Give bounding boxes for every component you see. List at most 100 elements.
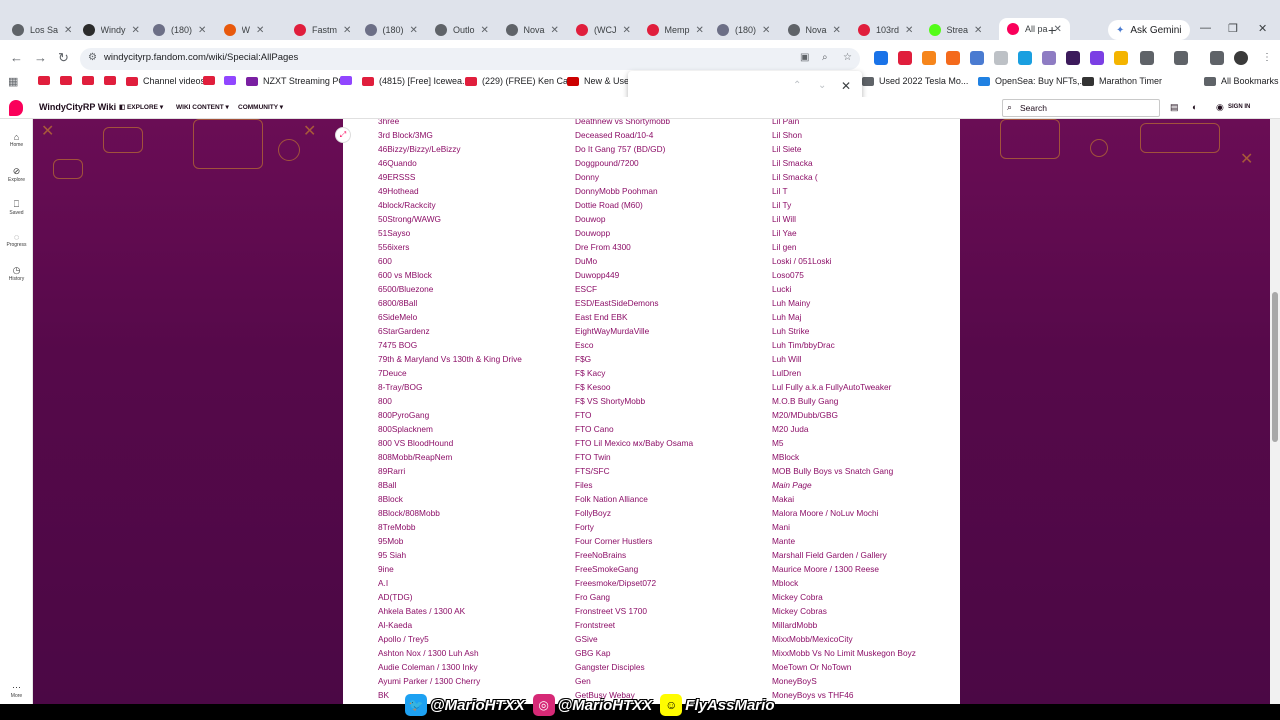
page-link[interactable]: Luh Will (772, 352, 916, 366)
page-link[interactable]: Lil Smacka (772, 156, 916, 170)
forward-icon[interactable]: → (34, 50, 47, 65)
bookmark-item[interactable] (38, 76, 55, 85)
tab-close-icon[interactable]: ✕ (905, 25, 913, 36)
tab-close-icon[interactable]: ✕ (623, 25, 631, 36)
page-link[interactable]: Marshall Field Garden / Gallery (772, 548, 916, 562)
browser-tab[interactable]: Windy ✕ (82, 20, 140, 40)
extension-icon[interactable] (1042, 51, 1056, 65)
apps-grid-icon[interactable]: ▦ (8, 75, 18, 88)
maximize-icon[interactable]: ❐ (1228, 22, 1238, 35)
tab-close-icon[interactable]: ✕ (410, 25, 418, 36)
page-link[interactable]: Lil Ty (772, 198, 916, 212)
page-link[interactable]: FTO Lil Mexico мх/Baby Osama (575, 436, 693, 450)
browser-tab[interactable]: Memp ✕ (646, 20, 704, 40)
page-link[interactable]: Lil Will (772, 212, 916, 226)
tab-close-icon[interactable]: ✕ (256, 25, 264, 36)
browser-tab[interactable]: (180) ✕ (153, 20, 206, 40)
page-link[interactable]: 49ERSSS (378, 170, 522, 184)
page-link[interactable]: MixxMobb/MexicoCity (772, 632, 916, 646)
tab-close-icon[interactable]: ✕ (974, 25, 982, 36)
extension-icon[interactable] (1066, 51, 1080, 65)
page-link[interactable]: Mante (772, 534, 916, 548)
page-link[interactable]: Main Page (772, 478, 916, 492)
page-link[interactable]: MOB Bully Boys vs Snatch Gang (772, 464, 916, 478)
ask-gemini-button[interactable]: ✦ Ask Gemini (1108, 20, 1190, 40)
page-link[interactable]: Mickey Cobra (772, 590, 916, 604)
page-link[interactable]: MBlock (772, 450, 916, 464)
tab-close-icon[interactable]: ✕ (833, 25, 841, 36)
page-link[interactable]: 6SideMelo (378, 310, 522, 324)
page-link[interactable]: Mblock (772, 576, 916, 590)
browser-tab[interactable]: Fastm ✕ (294, 20, 351, 40)
bookmark-star-icon[interactable]: ☆ (843, 52, 852, 63)
page-link[interactable]: 79th & Maryland Vs 130th & King Drive (378, 352, 522, 366)
back-icon[interactable]: ← (10, 50, 23, 65)
page-link[interactable]: Do It Gang 757 (BD/GD) (575, 142, 693, 156)
page-link[interactable]: 46Quando (378, 156, 522, 170)
sign-in-link[interactable]: SIGN IN (1228, 104, 1250, 110)
user-icon[interactable]: ◉ (1216, 102, 1224, 113)
page-link[interactable]: Audie Coleman / 1300 Inky (378, 660, 522, 674)
reload-icon[interactable]: ↻ (58, 50, 69, 66)
page-link[interactable]: MillardMobb (772, 618, 916, 632)
browser-tab[interactable]: 103rd ✕ (858, 20, 913, 40)
metamask-icon[interactable] (922, 51, 936, 65)
page-link[interactable]: Fronstreet VS 1700 (575, 604, 693, 618)
page-link[interactable]: M20 Juda (772, 422, 916, 436)
extensions-puzzle-icon[interactable] (1140, 51, 1154, 65)
page-link[interactable]: 95 Siah (378, 548, 522, 562)
tab-close-icon[interactable]: ✕ (198, 25, 206, 36)
extension-icon[interactable] (970, 51, 984, 65)
page-link[interactable]: 89Rarri (378, 464, 522, 478)
wiki-name[interactable]: WindyCityRP Wiki (39, 102, 116, 112)
page-link[interactable]: MoeTown Or NoTown (772, 660, 916, 674)
tab-close-icon[interactable]: ✕ (551, 25, 559, 36)
browser-tab[interactable]: Nova ✕ (505, 20, 559, 40)
nav-wiki-content[interactable]: WIKI CONTENT ▾ (176, 103, 229, 111)
profile-avatar[interactable] (1234, 51, 1248, 65)
page-link[interactable]: ESD/EastSideDemons (575, 296, 693, 310)
page-link[interactable]: 8Block/808Mobb (378, 506, 522, 520)
browser-tab[interactable]: (180) ✕ (717, 20, 770, 40)
page-link[interactable]: FreeNoBrains (575, 548, 693, 562)
page-link[interactable]: 3hree (378, 119, 522, 128)
page-link[interactable]: Gen (575, 674, 693, 688)
browser-tab[interactable]: Los Sa ✕ (12, 20, 72, 40)
page-link[interactable]: Ashton Nox / 1300 Luh Ash (378, 646, 522, 660)
bookmark-item[interactable]: Used 2022 Tesla Mo... (862, 76, 968, 86)
page-link[interactable]: 3rd Block/3MG (378, 128, 522, 142)
nav-community[interactable]: COMMUNITY ▾ (238, 103, 283, 111)
page-link[interactable]: 556ixers (378, 240, 522, 254)
fandom-logo-icon[interactable] (9, 100, 23, 116)
page-link[interactable]: Deceased Road/10-4 (575, 128, 693, 142)
page-link[interactable]: MoneyBoys vs THF46 (772, 688, 916, 702)
tab-close-icon[interactable]: ✕ (696, 25, 704, 36)
page-link[interactable]: Apollo / Trey5 (378, 632, 522, 646)
find-next-icon[interactable]: ⌄ (818, 80, 826, 91)
page-link[interactable]: AD(TDG) (378, 590, 522, 604)
page-link[interactable]: Luh Tim/bbyDrac (772, 338, 916, 352)
page-link[interactable]: 800 (378, 394, 522, 408)
page-link[interactable]: M5 (772, 436, 916, 450)
page-link[interactable]: 8Ball (378, 478, 522, 492)
expand-icon[interactable]: ⤢ (335, 127, 351, 143)
find-close-icon[interactable]: ✕ (841, 79, 851, 93)
page-link[interactable]: FTO Cano (575, 422, 693, 436)
page-link[interactable]: 8Block (378, 492, 522, 506)
page-link[interactable]: Freesmoke/Dipset072 (575, 576, 693, 590)
browser-tab[interactable]: Strea ✕ (928, 20, 982, 40)
page-link[interactable]: Mickey Cobras (772, 604, 916, 618)
page-link[interactable]: F$G (575, 352, 693, 366)
page-link[interactable]: M.O.B Bully Gang (772, 394, 916, 408)
page-link[interactable]: M20/MDubb/GBG (772, 408, 916, 422)
page-link[interactable]: Duwopp449 (575, 268, 693, 282)
bookmark-item[interactable] (82, 76, 99, 85)
page-link[interactable]: FTO Twin (575, 450, 693, 464)
page-link[interactable]: 800 VS BloodHound (378, 436, 522, 450)
download-icon[interactable] (1210, 51, 1224, 65)
page-link[interactable]: Lil gen (772, 240, 916, 254)
page-link[interactable]: Fro Gang (575, 590, 693, 604)
page-link[interactable]: Lucki (772, 282, 916, 296)
page-link[interactable]: DuMo (575, 254, 693, 268)
page-link[interactable]: Dre From 4300 (575, 240, 693, 254)
